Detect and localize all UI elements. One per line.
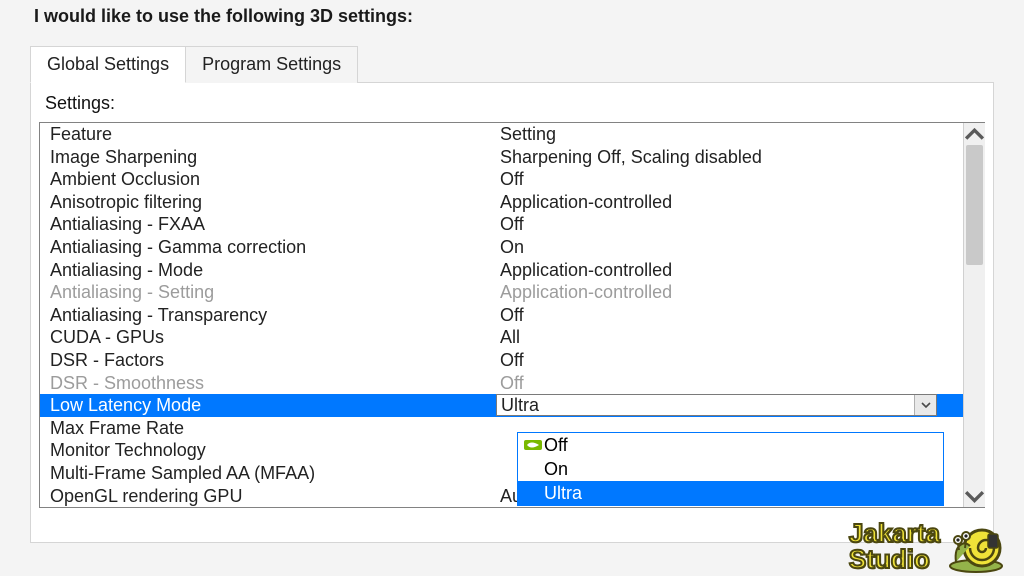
setting-row[interactable]: Antialiasing - TransparencyOff	[40, 304, 963, 327]
snail-icon	[946, 518, 1012, 574]
dropdown-option[interactable]: Off	[518, 433, 943, 457]
setting-value: Off	[496, 304, 963, 327]
setting-value: Off	[496, 372, 963, 395]
setting-row[interactable]: Image SharpeningSharpening Off, Scaling …	[40, 146, 963, 169]
feature-label: Multi-Frame Sampled AA (MFAA)	[40, 462, 496, 485]
feature-label: DSR - Factors	[40, 349, 496, 372]
settings-label: Settings:	[39, 91, 985, 122]
feature-label: Antialiasing - Gamma correction	[40, 236, 496, 259]
feature-label: Ambient Occlusion	[40, 168, 496, 191]
nvidia-icon	[524, 438, 542, 452]
setting-value: Application-controlled	[496, 281, 963, 304]
column-header-feature: Feature	[40, 123, 496, 146]
tab-program-settings[interactable]: Program Settings	[186, 46, 358, 83]
feature-label: Antialiasing - FXAA	[40, 213, 496, 236]
page-title: I would like to use the following 3D set…	[0, 0, 1024, 45]
setting-value: Off	[496, 168, 963, 191]
low-latency-mode-dropdown[interactable]: OffOnUltra	[517, 432, 944, 506]
column-header-setting: Setting	[496, 123, 963, 146]
jakarta-studio-watermark: Jakarta Studio	[849, 518, 1012, 574]
scroll-track[interactable]	[964, 145, 985, 485]
setting-value[interactable]: Ultra	[496, 394, 937, 416]
chevron-down-icon	[921, 401, 931, 409]
chevron-up-icon	[964, 126, 985, 143]
feature-label: Antialiasing - Mode	[40, 259, 496, 282]
feature-label: Antialiasing - Transparency	[40, 304, 496, 327]
chevron-down-icon	[964, 488, 985, 505]
scroll-thumb[interactable]	[966, 145, 983, 265]
dropdown-option[interactable]: On	[518, 457, 943, 481]
setting-value: Application-controlled	[496, 191, 963, 214]
setting-row[interactable]: Antialiasing - SettingApplication-contro…	[40, 281, 963, 304]
feature-label: Antialiasing - Setting	[40, 281, 496, 304]
setting-row[interactable]: Antialiasing - FXAAOff	[40, 213, 963, 236]
column-header-row: FeatureSetting	[40, 123, 963, 146]
setting-value: Application-controlled	[496, 259, 963, 282]
logo-text: Jakarta Studio	[849, 520, 940, 572]
setting-row[interactable]: Antialiasing - ModeApplication-controlle…	[40, 259, 963, 282]
setting-row[interactable]: Anisotropic filteringApplication-control…	[40, 191, 963, 214]
feature-label: OpenGL rendering GPU	[40, 485, 496, 508]
setting-value: Off	[496, 349, 963, 372]
setting-row[interactable]: Ambient OcclusionOff	[40, 168, 963, 191]
feature-label: DSR - Smoothness	[40, 372, 496, 395]
feature-label: Monitor Technology	[40, 439, 496, 462]
setting-row[interactable]: DSR - SmoothnessOff	[40, 372, 963, 395]
setting-row[interactable]: Low Latency ModeUltra	[40, 394, 963, 417]
scroll-up-button[interactable]	[964, 123, 985, 145]
setting-row[interactable]: CUDA - GPUsAll	[40, 326, 963, 349]
setting-row[interactable]: Antialiasing - Gamma correctionOn	[40, 236, 963, 259]
setting-value: On	[496, 236, 963, 259]
feature-label: CUDA - GPUs	[40, 326, 496, 349]
tab-row: Global Settings Program Settings	[30, 45, 994, 83]
setting-row[interactable]: DSR - FactorsOff	[40, 349, 963, 372]
vertical-scrollbar[interactable]	[963, 123, 985, 507]
setting-value: Off	[496, 213, 963, 236]
feature-label: Anisotropic filtering	[40, 191, 496, 214]
dropdown-toggle[interactable]	[914, 395, 936, 415]
tab-global-settings[interactable]: Global Settings	[30, 46, 186, 83]
setting-value: Sharpening Off, Scaling disabled	[496, 146, 963, 169]
feature-label: Image Sharpening	[40, 146, 496, 169]
feature-label: Low Latency Mode	[40, 394, 496, 417]
scroll-down-button[interactable]	[964, 485, 985, 507]
feature-label: Max Frame Rate	[40, 417, 496, 440]
setting-value: All	[496, 326, 963, 349]
dropdown-option[interactable]: Ultra	[518, 481, 943, 505]
